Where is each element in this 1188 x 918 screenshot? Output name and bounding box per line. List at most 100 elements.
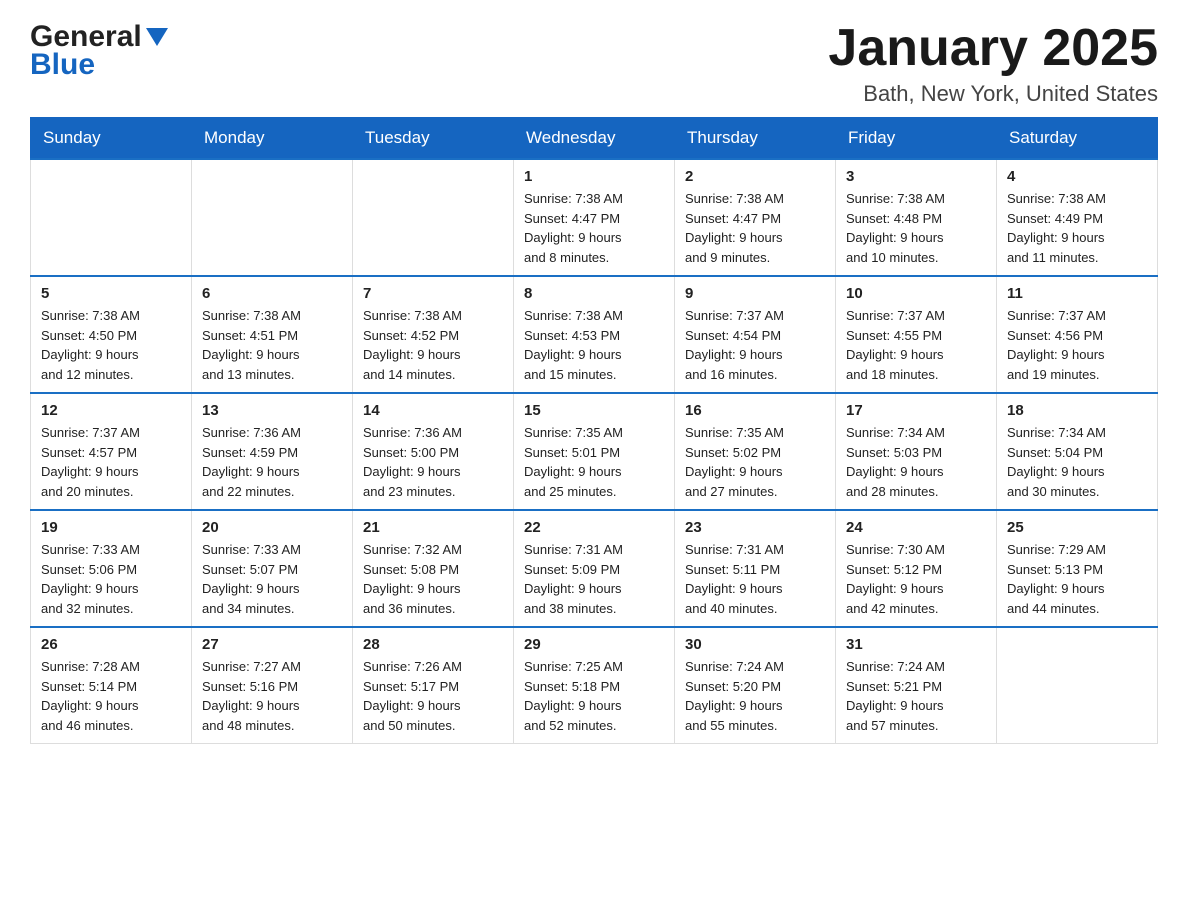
- day-number: 24: [846, 519, 986, 536]
- logo-arrow-icon: [146, 28, 168, 51]
- calendar-day-cell: [353, 159, 514, 276]
- day-info: Sunrise: 7:35 AM Sunset: 5:01 PM Dayligh…: [524, 423, 664, 501]
- calendar-day-cell: 21 Sunrise: 7:32 AM Sunset: 5:08 PM Dayli…: [353, 510, 514, 627]
- day-info: Sunrise: 7:24 AM Sunset: 5:21 PM Dayligh…: [846, 657, 986, 735]
- calendar-day-cell: 9 Sunrise: 7:37 AM Sunset: 4:54 PM Daylig…: [675, 276, 836, 393]
- day-of-week-header: Monday: [192, 118, 353, 160]
- day-info: Sunrise: 7:38 AM Sunset: 4:47 PM Dayligh…: [524, 189, 664, 267]
- day-number: 23: [685, 519, 825, 536]
- calendar-week-row: 12 Sunrise: 7:37 AM Sunset: 4:57 PM Dayli…: [31, 393, 1158, 510]
- day-number: 16: [685, 402, 825, 419]
- day-number: 3: [846, 168, 986, 185]
- day-info: Sunrise: 7:33 AM Sunset: 5:07 PM Dayligh…: [202, 540, 342, 618]
- month-title: January 2025: [828, 20, 1158, 77]
- calendar-day-cell: 18 Sunrise: 7:34 AM Sunset: 5:04 PM Dayli…: [997, 393, 1158, 510]
- day-info: Sunrise: 7:37 AM Sunset: 4:57 PM Dayligh…: [41, 423, 181, 501]
- calendar-day-cell: [192, 159, 353, 276]
- calendar-day-cell: 30 Sunrise: 7:24 AM Sunset: 5:20 PM Dayli…: [675, 627, 836, 744]
- calendar-week-row: 1 Sunrise: 7:38 AM Sunset: 4:47 PM Daylig…: [31, 159, 1158, 276]
- calendar-day-cell: 24 Sunrise: 7:30 AM Sunset: 5:12 PM Dayli…: [836, 510, 997, 627]
- day-number: 8: [524, 285, 664, 302]
- day-number: 29: [524, 636, 664, 653]
- day-of-week-header: Friday: [836, 118, 997, 160]
- day-number: 27: [202, 636, 342, 653]
- day-info: Sunrise: 7:38 AM Sunset: 4:50 PM Dayligh…: [41, 306, 181, 384]
- day-number: 14: [363, 402, 503, 419]
- calendar-day-cell: 16 Sunrise: 7:35 AM Sunset: 5:02 PM Dayli…: [675, 393, 836, 510]
- day-number: 4: [1007, 168, 1147, 185]
- calendar-table: SundayMondayTuesdayWednesdayThursdayFrid…: [30, 117, 1158, 744]
- day-of-week-header: Thursday: [675, 118, 836, 160]
- calendar-day-cell: 5Sunrise: 7:38 AM Sunset: 4:50 PM Daylig…: [31, 276, 192, 393]
- calendar-day-cell: 27 Sunrise: 7:27 AM Sunset: 5:16 PM Dayli…: [192, 627, 353, 744]
- day-number: 28: [363, 636, 503, 653]
- calendar-day-cell: 10 Sunrise: 7:37 AM Sunset: 4:55 PM Dayli…: [836, 276, 997, 393]
- day-number: 6: [202, 285, 342, 302]
- day-number: 11: [1007, 285, 1147, 302]
- day-info: Sunrise: 7:38 AM Sunset: 4:49 PM Dayligh…: [1007, 189, 1147, 267]
- day-info: Sunrise: 7:37 AM Sunset: 4:56 PM Dayligh…: [1007, 306, 1147, 384]
- calendar-day-cell: 15 Sunrise: 7:35 AM Sunset: 5:01 PM Dayli…: [514, 393, 675, 510]
- location-title: Bath, New York, United States: [828, 81, 1158, 107]
- day-number: 18: [1007, 402, 1147, 419]
- day-info: Sunrise: 7:24 AM Sunset: 5:20 PM Dayligh…: [685, 657, 825, 735]
- day-info: Sunrise: 7:38 AM Sunset: 4:51 PM Dayligh…: [202, 306, 342, 384]
- calendar-day-cell: 17Sunrise: 7:34 AM Sunset: 5:03 PM Dayli…: [836, 393, 997, 510]
- calendar-header-row: SundayMondayTuesdayWednesdayThursdayFrid…: [31, 118, 1158, 160]
- day-number: 2: [685, 168, 825, 185]
- day-info: Sunrise: 7:35 AM Sunset: 5:02 PM Dayligh…: [685, 423, 825, 501]
- calendar-day-cell: [997, 627, 1158, 744]
- day-info: Sunrise: 7:27 AM Sunset: 5:16 PM Dayligh…: [202, 657, 342, 735]
- day-of-week-header: Wednesday: [514, 118, 675, 160]
- day-number: 10: [846, 285, 986, 302]
- calendar-week-row: 26 Sunrise: 7:28 AM Sunset: 5:14 PM Dayli…: [31, 627, 1158, 744]
- day-info: Sunrise: 7:37 AM Sunset: 4:54 PM Dayligh…: [685, 306, 825, 384]
- day-number: 12: [41, 402, 181, 419]
- day-number: 15: [524, 402, 664, 419]
- calendar-day-cell: 29 Sunrise: 7:25 AM Sunset: 5:18 PM Dayli…: [514, 627, 675, 744]
- day-number: 30: [685, 636, 825, 653]
- calendar-week-row: 19Sunrise: 7:33 AM Sunset: 5:06 PM Dayli…: [31, 510, 1158, 627]
- title-block: January 2025 Bath, New York, United Stat…: [828, 20, 1158, 107]
- calendar-day-cell: 6 Sunrise: 7:38 AM Sunset: 4:51 PM Daylig…: [192, 276, 353, 393]
- day-number: 13: [202, 402, 342, 419]
- day-number: 9: [685, 285, 825, 302]
- logo-blue-text: Blue: [30, 48, 95, 82]
- calendar-day-cell: 11 Sunrise: 7:37 AM Sunset: 4:56 PM Dayli…: [997, 276, 1158, 393]
- calendar-day-cell: 1 Sunrise: 7:38 AM Sunset: 4:47 PM Daylig…: [514, 159, 675, 276]
- calendar-day-cell: 22Sunrise: 7:31 AM Sunset: 5:09 PM Dayli…: [514, 510, 675, 627]
- day-number: 7: [363, 285, 503, 302]
- page-header: General Blue January 2025 Bath, New York…: [30, 20, 1158, 107]
- day-info: Sunrise: 7:36 AM Sunset: 4:59 PM Dayligh…: [202, 423, 342, 501]
- day-number: 1: [524, 168, 664, 185]
- day-info: Sunrise: 7:26 AM Sunset: 5:17 PM Dayligh…: [363, 657, 503, 735]
- day-number: 22: [524, 519, 664, 536]
- day-number: 26: [41, 636, 181, 653]
- day-number: 20: [202, 519, 342, 536]
- calendar-day-cell: 28 Sunrise: 7:26 AM Sunset: 5:17 PM Dayli…: [353, 627, 514, 744]
- day-info: Sunrise: 7:30 AM Sunset: 5:12 PM Dayligh…: [846, 540, 986, 618]
- day-number: 19: [41, 519, 181, 536]
- day-info: Sunrise: 7:31 AM Sunset: 5:11 PM Dayligh…: [685, 540, 825, 618]
- day-info: Sunrise: 7:25 AM Sunset: 5:18 PM Dayligh…: [524, 657, 664, 735]
- day-number: 25: [1007, 519, 1147, 536]
- calendar-week-row: 5Sunrise: 7:38 AM Sunset: 4:50 PM Daylig…: [31, 276, 1158, 393]
- calendar-day-cell: 31 Sunrise: 7:24 AM Sunset: 5:21 PM Dayli…: [836, 627, 997, 744]
- day-info: Sunrise: 7:38 AM Sunset: 4:52 PM Dayligh…: [363, 306, 503, 384]
- day-of-week-header: Sunday: [31, 118, 192, 160]
- day-info: Sunrise: 7:28 AM Sunset: 5:14 PM Dayligh…: [41, 657, 181, 735]
- calendar-day-cell: 19Sunrise: 7:33 AM Sunset: 5:06 PM Dayli…: [31, 510, 192, 627]
- day-number: 21: [363, 519, 503, 536]
- calendar-day-cell: 26 Sunrise: 7:28 AM Sunset: 5:14 PM Dayli…: [31, 627, 192, 744]
- day-number: 31: [846, 636, 986, 653]
- day-info: Sunrise: 7:32 AM Sunset: 5:08 PM Dayligh…: [363, 540, 503, 618]
- calendar-day-cell: 4 Sunrise: 7:38 AM Sunset: 4:49 PM Daylig…: [997, 159, 1158, 276]
- calendar-day-cell: 25 Sunrise: 7:29 AM Sunset: 5:13 PM Dayli…: [997, 510, 1158, 627]
- day-info: Sunrise: 7:29 AM Sunset: 5:13 PM Dayligh…: [1007, 540, 1147, 618]
- day-of-week-header: Tuesday: [353, 118, 514, 160]
- day-info: Sunrise: 7:37 AM Sunset: 4:55 PM Dayligh…: [846, 306, 986, 384]
- day-info: Sunrise: 7:38 AM Sunset: 4:53 PM Dayligh…: [524, 306, 664, 384]
- day-info: Sunrise: 7:38 AM Sunset: 4:47 PM Dayligh…: [685, 189, 825, 267]
- day-info: Sunrise: 7:34 AM Sunset: 5:04 PM Dayligh…: [1007, 423, 1147, 501]
- calendar-day-cell: 14Sunrise: 7:36 AM Sunset: 5:00 PM Dayli…: [353, 393, 514, 510]
